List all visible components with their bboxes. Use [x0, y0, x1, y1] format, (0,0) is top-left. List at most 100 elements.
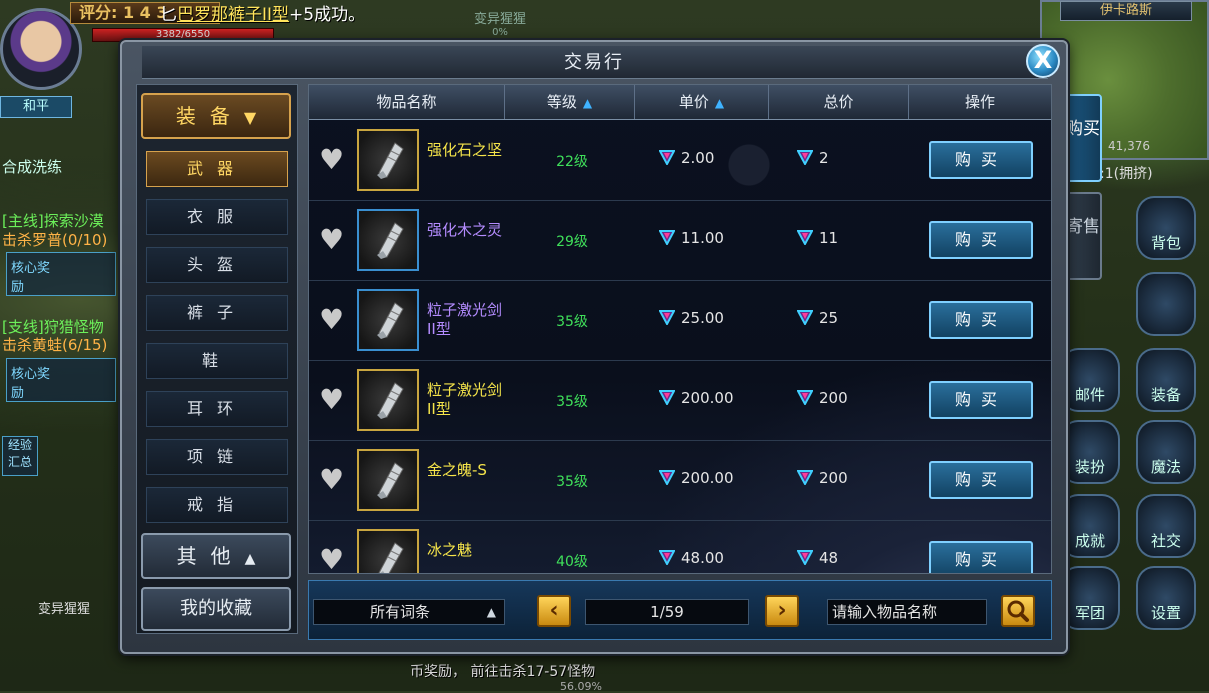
unit-price-value: 200.00 [681, 389, 734, 407]
header-level[interactable]: 等级 ▲ [505, 85, 635, 119]
item-level: 35级 [556, 394, 588, 410]
peace-mode-toggle[interactable]: 和平 [0, 96, 72, 118]
prev-page-button[interactable]: ‹ [537, 595, 571, 627]
category-necklace[interactable]: 项链 [146, 439, 288, 475]
unit-price: 25.00 [658, 309, 724, 327]
item-search-input[interactable] [827, 599, 987, 625]
item-name: 强化木之灵 [427, 221, 503, 239]
target-name-top-label: 变异猩猩 [473, 12, 526, 27]
item-icon[interactable] [357, 449, 419, 511]
settings-button[interactable]: 设置 [1136, 566, 1196, 630]
category-ring[interactable]: 戒指 [146, 487, 288, 523]
outfit-button[interactable]: 装扮 [1060, 420, 1120, 484]
favorite-heart-icon[interactable]: ♥ [319, 225, 344, 255]
item-icon[interactable] [357, 529, 419, 573]
table-row: ♥ 粒子激光剑II型 35级 25.00 25 购买 [309, 281, 1051, 361]
minimap-coords: 41,376 [1108, 139, 1150, 153]
page-indicator[interactable]: 1/59 [585, 599, 749, 625]
magic-button[interactable]: 魔法 [1136, 420, 1196, 484]
unit-price: 200.00 [658, 389, 734, 407]
unit-price-value: 2.00 [681, 149, 715, 167]
header-action: 操作 [909, 85, 1051, 119]
favorite-heart-icon[interactable]: ♥ [319, 465, 344, 495]
category-weapon[interactable]: 武器 [146, 151, 288, 187]
header-item-name: 物品名称 [309, 85, 505, 119]
skill-button[interactable] [1136, 272, 1196, 336]
category-other-label: 其他 [176, 544, 245, 568]
close-button[interactable]: X [1026, 44, 1060, 78]
category-helmet[interactable]: 头盔 [146, 247, 288, 283]
buy-button[interactable]: 购买 [929, 221, 1033, 259]
search-button[interactable] [1001, 595, 1035, 627]
tab-buy[interactable]: 购买 [1064, 94, 1102, 182]
core-reward-2[interactable]: 核心奖励 [6, 358, 116, 402]
core-reward-label: 核心奖励 [11, 367, 51, 401]
synthesis-link[interactable]: 合成洗练 [2, 156, 62, 177]
category-panel: 装备▼ 武器 衣服 头盔 裤子 鞋 耳环 项链 戒指 其他▲ 我的收藏 [136, 84, 298, 634]
buy-button[interactable]: 购买 [929, 381, 1033, 419]
category-armor[interactable]: 衣服 [146, 199, 288, 235]
bag-button[interactable]: 背包 [1136, 196, 1196, 260]
buy-button[interactable]: 购买 [929, 461, 1033, 499]
category-earring[interactable]: 耳环 [146, 391, 288, 427]
item-gauntlet-icon [377, 222, 404, 259]
next-page-button[interactable]: › [765, 595, 799, 627]
category-header-label: 装备 [175, 104, 244, 128]
item-icon[interactable] [357, 369, 419, 431]
target-name-bottom: 变异猩猩 [38, 602, 91, 617]
header-unit-price[interactable]: 单价 ▲ [635, 85, 769, 119]
buy-button[interactable]: 购买 [929, 301, 1033, 339]
category-shoes[interactable]: 鞋 [146, 343, 288, 379]
diamond-currency-icon [796, 149, 814, 167]
header-unit-price-label: 单价 [678, 93, 709, 111]
table-row: ♥ 冰之魅 40级 48.00 48 购买 [309, 521, 1051, 574]
quest-side-task[interactable]: 击杀黄蛙(6/15) [2, 334, 107, 355]
favorite-heart-icon[interactable]: ♥ [319, 385, 344, 415]
affix-filter-select[interactable]: 所有词条 ▲ [313, 599, 505, 625]
legion-button[interactable]: 军团 [1060, 566, 1120, 630]
diamond-currency-icon [796, 389, 814, 407]
item-gauntlet-icon [377, 142, 404, 179]
item-gauntlet-icon [377, 302, 404, 339]
category-pants[interactable]: 裤子 [146, 295, 288, 331]
favorite-heart-icon[interactable]: ♥ [319, 305, 344, 335]
quest-main-task[interactable]: 击杀罗普(0/10) [2, 229, 107, 250]
achievement-button[interactable]: 成就 [1060, 494, 1120, 558]
sort-up-icon: ▲ [714, 96, 725, 110]
chevron-right-icon: › [777, 598, 787, 623]
chevron-up-icon: ▲ [486, 605, 496, 619]
item-level: 22级 [556, 154, 588, 170]
social-button[interactable]: 社交 [1136, 494, 1196, 558]
item-name: 冰之魅 [427, 541, 473, 559]
total-price: 200 [796, 389, 848, 407]
server-line-select[interactable]: :1(拥挤) [1100, 163, 1153, 183]
item-gauntlet-icon [378, 542, 404, 573]
favorite-heart-icon[interactable]: ♥ [319, 145, 344, 175]
diamond-currency-icon [658, 389, 676, 407]
item-name: 金之魄-S [427, 461, 487, 479]
my-favorites-button[interactable]: 我的收藏 [141, 587, 291, 631]
header-total-price-label: 总价 [823, 93, 854, 111]
mail-button[interactable]: 邮件 [1060, 348, 1120, 412]
buy-button[interactable]: 购买 [929, 541, 1033, 573]
category-other-header[interactable]: 其他▲ [141, 533, 291, 579]
exp-summary-button[interactable]: 经验汇总 [2, 436, 38, 476]
system-message-item[interactable]: 巴罗那裤子II型 [177, 5, 289, 25]
item-icon[interactable] [357, 209, 419, 271]
tab-sell[interactable]: 寄售 [1064, 192, 1102, 280]
bottom-toolbar: 所有词条 ▲ ‹ 1/59 › [308, 580, 1052, 640]
unit-price-value: 11.00 [681, 229, 724, 247]
equip-button[interactable]: 装备 [1136, 348, 1196, 412]
item-name: 粒子激光剑II型 [427, 301, 503, 338]
category-equipment-header[interactable]: 装备▼ [141, 93, 291, 139]
item-icon[interactable] [357, 289, 419, 351]
total-price: 200 [796, 469, 848, 487]
item-icon[interactable] [357, 129, 419, 191]
item-level: 29级 [556, 234, 588, 250]
buy-button[interactable]: 购买 [929, 141, 1033, 179]
quest-main-title[interactable]: [主线]探索沙漠 [2, 210, 104, 231]
total-price: 48 [796, 549, 838, 567]
favorite-heart-icon[interactable]: ♥ [319, 545, 344, 574]
item-level: 40级 [556, 554, 588, 570]
core-reward-1[interactable]: 核心奖励 [6, 252, 116, 296]
